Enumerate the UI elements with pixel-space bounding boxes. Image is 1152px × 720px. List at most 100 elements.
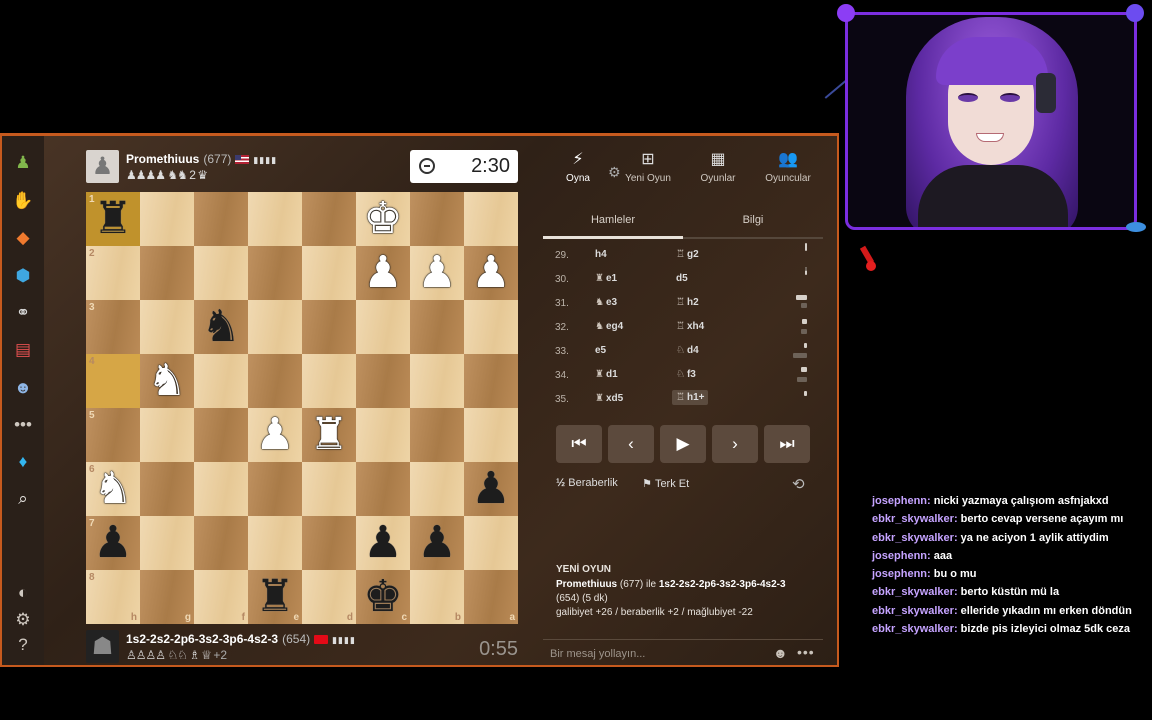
chess-piece[interactable]: ♟: [471, 251, 510, 295]
black-move[interactable]: ♖ xh4: [676, 321, 704, 332]
learn-icon[interactable]: ◆: [10, 225, 36, 251]
board-square[interactable]: ♟: [410, 246, 464, 300]
board-square[interactable]: [464, 300, 518, 354]
board-square[interactable]: [302, 246, 356, 300]
board-square[interactable]: [464, 408, 518, 462]
bottom-player-name[interactable]: 1s2-2s2-2p6-3s2-3p6-4s2-3: [126, 632, 278, 646]
board-square[interactable]: [302, 516, 356, 570]
board-square[interactable]: [194, 408, 248, 462]
black-player[interactable]: 1s2-2s2-2p6-3s2-3p6-4s2-3: [659, 579, 786, 590]
board-square[interactable]: ♞: [194, 300, 248, 354]
flip-board-icon[interactable]: ⟲: [792, 475, 805, 493]
chat-username[interactable]: josephenn:: [872, 550, 931, 562]
board-square[interactable]: [248, 354, 302, 408]
chess-board[interactable]: 1 ♜ ♚ 2 ♟ ♟ ♟ 3 ♞ 4 ♞ 5 ♟ ♜ 6 ♞ ♟ 7 ♟ ♟ ♟ 8 h g f e ♜ d c ♚ b a: [86, 192, 518, 624]
white-move[interactable]: ♜ d1: [595, 369, 618, 380]
board-square[interactable]: f: [194, 570, 248, 624]
black-move[interactable]: ♖ h2: [676, 297, 699, 308]
board-square[interactable]: [248, 300, 302, 354]
avatar[interactable]: ☗: [86, 630, 119, 663]
board-square[interactable]: [248, 462, 302, 516]
board-square[interactable]: [302, 300, 356, 354]
board-square[interactable]: [410, 408, 464, 462]
board-square[interactable]: [356, 462, 410, 516]
chess-piece[interactable]: ♞: [147, 359, 186, 403]
board-square[interactable]: ♟: [464, 246, 518, 300]
board-square[interactable]: ♟: [248, 408, 302, 462]
board-square[interactable]: [140, 408, 194, 462]
chess-piece[interactable]: ♟: [471, 467, 510, 511]
black-move[interactable]: ♖ g2: [676, 249, 699, 260]
board-square[interactable]: ♟: [356, 516, 410, 570]
tab-play[interactable]: ⚡ Oyna: [543, 149, 613, 184]
more-options-icon[interactable]: •••: [797, 644, 815, 660]
chat-username[interactable]: ebkr_skywalker:: [872, 586, 958, 598]
board-square[interactable]: [140, 462, 194, 516]
chess-piece[interactable]: ♚: [363, 575, 402, 619]
chess-piece[interactable]: ♚: [363, 197, 402, 241]
chess-piece[interactable]: ♜: [93, 197, 132, 241]
chess-piece[interactable]: ♟: [417, 521, 456, 565]
chess-piece[interactable]: ♟: [417, 251, 456, 295]
search-icon[interactable]: ⌕: [10, 486, 36, 512]
chess-piece[interactable]: ♟: [363, 521, 402, 565]
board-square[interactable]: [302, 354, 356, 408]
board-square[interactable]: [464, 192, 518, 246]
board-square[interactable]: ♞: [140, 354, 194, 408]
chat-username[interactable]: ebkr_skywalker:: [872, 623, 958, 635]
board-square[interactable]: ♟: [410, 516, 464, 570]
board-square[interactable]: b: [410, 570, 464, 624]
white-move[interactable]: e5: [595, 345, 606, 356]
tab-new-game[interactable]: ⊞ Yeni Oyun: [613, 149, 683, 184]
chat-username[interactable]: ebkr_skywalker:: [872, 513, 958, 525]
board-square[interactable]: 3: [86, 300, 140, 354]
black-move[interactable]: ♖ h1+: [672, 390, 709, 405]
board-square[interactable]: [302, 192, 356, 246]
first-move-button[interactable]: ⏮: [556, 425, 602, 463]
black-move[interactable]: d5: [676, 273, 688, 284]
news-icon[interactable]: ▤: [10, 337, 36, 363]
board-square[interactable]: [410, 462, 464, 516]
tab-games[interactable]: ▦ Oyunlar: [683, 149, 753, 184]
chess-piece[interactable]: ♞: [93, 467, 132, 511]
board-square[interactable]: e ♜: [248, 570, 302, 624]
board-square[interactable]: [248, 246, 302, 300]
chess-piece[interactable]: ♜: [255, 575, 294, 619]
message-input[interactable]: Bir mesaj yollayın...: [550, 648, 645, 660]
pawn-play-icon[interactable]: ♟: [10, 150, 36, 176]
white-move[interactable]: ♜ e1: [595, 273, 617, 284]
binoculars-icon[interactable]: ⚭: [10, 300, 36, 326]
chess-piece[interactable]: ♜: [309, 413, 348, 457]
white-move[interactable]: ♞ eg4: [595, 321, 623, 332]
cube-watch-icon[interactable]: ⬢: [10, 263, 36, 289]
board-square[interactable]: [194, 462, 248, 516]
board-square[interactable]: 7 ♟: [86, 516, 140, 570]
board-square[interactable]: [194, 516, 248, 570]
play-button[interactable]: ▶: [660, 425, 706, 463]
theme-icon[interactable]: ◐: [10, 580, 36, 606]
white-move[interactable]: ♞ e3: [595, 297, 617, 308]
black-move[interactable]: ♘ d4: [676, 345, 699, 356]
board-square[interactable]: [356, 354, 410, 408]
last-move-button[interactable]: ⏭: [764, 425, 810, 463]
board-square[interactable]: ♜: [302, 408, 356, 462]
chat-username[interactable]: josephenn:: [872, 568, 931, 580]
board-square[interactable]: a: [464, 570, 518, 624]
white-player[interactable]: Promethiuus: [556, 579, 617, 590]
next-move-button[interactable]: ›: [712, 425, 758, 463]
board-square[interactable]: [302, 462, 356, 516]
chat-username[interactable]: ebkr_skywalker:: [872, 532, 958, 544]
chess-piece[interactable]: ♟: [363, 251, 402, 295]
board-square[interactable]: ♚: [356, 192, 410, 246]
board-square[interactable]: 2: [86, 246, 140, 300]
settings-icon[interactable]: ⚙: [10, 607, 36, 633]
board-square[interactable]: [410, 354, 464, 408]
board-square[interactable]: 6 ♞: [86, 462, 140, 516]
board-square[interactable]: 5: [86, 408, 140, 462]
social-icon[interactable]: ☻: [10, 375, 36, 401]
white-move[interactable]: h4: [595, 249, 607, 260]
chess-piece[interactable]: ♟: [93, 521, 132, 565]
board-square[interactable]: c ♚: [356, 570, 410, 624]
emoji-icon[interactable]: ☻: [773, 645, 788, 661]
board-square[interactable]: [356, 300, 410, 354]
